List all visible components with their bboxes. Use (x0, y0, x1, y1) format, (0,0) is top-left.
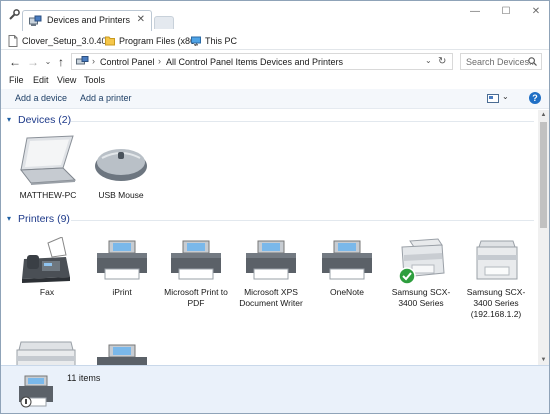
printer-name: iPrint (112, 287, 132, 297)
printer-item-default[interactable]: Samsung SCX-3400 Series (384, 237, 458, 309)
printer-icon (246, 240, 296, 280)
favorites-bar: Clover_Setup_3.0.406 Program Files (x86)… (1, 31, 549, 50)
tab-title: Devices and Printers (47, 15, 131, 25)
group-divider (71, 121, 534, 122)
mouse-icon (95, 149, 147, 181)
breadcrumb-separator: › (158, 56, 161, 66)
printer-item[interactable] (85, 343, 159, 365)
forward-button[interactable]: → (26, 55, 40, 69)
printer-name: Fax (39, 287, 55, 297)
device-name: USB Mouse (98, 190, 144, 200)
menu-edit[interactable]: Edit (33, 75, 49, 85)
address-row: ← → ⌄ ↑ › Control Panel › All Control Pa… (1, 51, 549, 73)
devices-printers-icon (29, 15, 42, 26)
minimize-button[interactable]: — (467, 6, 483, 18)
breadcrumb-separator: › (252, 56, 255, 66)
breadcrumb-separator: › (92, 56, 95, 66)
printer-item[interactable]: Microsoft Print to PDF (159, 237, 233, 309)
vertical-scrollbar[interactable]: ▲ ▼ (538, 110, 549, 365)
view-options-dropdown[interactable]: ⌄ (502, 92, 509, 101)
tab-devices-and-printers[interactable]: Devices and Printers ✕ (22, 10, 152, 31)
add-printer-button[interactable]: Add a printer (80, 93, 132, 103)
printer-name: Microsoft XPS Document Writer (239, 287, 303, 308)
group-divider (71, 220, 534, 221)
printer-item[interactable]: iPrint (85, 237, 159, 298)
breadcrumb-all-items[interactable]: All Control Panel Items (166, 57, 258, 67)
favorite-this-pc[interactable]: This PC (191, 34, 237, 47)
favorite-label: This PC (205, 35, 238, 46)
printer-icon (171, 240, 221, 280)
printer-name: Microsoft Print to PDF (164, 287, 228, 308)
add-device-button[interactable]: Add a device (15, 93, 67, 103)
control-panel-icon (76, 56, 89, 65)
folder-icon (105, 36, 115, 45)
recent-locations-dropdown[interactable]: ⌄ (41, 55, 55, 69)
printer-name: Samsung SCX-3400 Series (391, 287, 451, 308)
printer-item[interactable]: OneNote (310, 237, 384, 298)
printer-item[interactable]: Fax (10, 237, 84, 298)
favorite-label: Program Files (x86) (119, 35, 199, 46)
printer-selection-icon (19, 375, 53, 408)
laptop-icon (20, 135, 77, 185)
menu-file[interactable]: File (9, 75, 24, 85)
search-input[interactable]: Search Devices... (460, 53, 542, 70)
mfp-printer-icon (476, 240, 518, 280)
favorite-label: Clover_Setup_3.0.406 (22, 35, 112, 46)
up-button[interactable]: ↑ (54, 55, 68, 69)
menu-view[interactable]: View (57, 75, 76, 85)
search-placeholder: Search Devices... (466, 57, 537, 67)
collapse-chevron-icon[interactable]: ▾ (7, 115, 11, 124)
printer-icon (322, 240, 372, 280)
tab-close-icon[interactable]: ✕ (137, 14, 145, 26)
command-bar: Add a device Add a printer ⌄ ? (1, 89, 549, 109)
address-bar[interactable]: › Control Panel › All Control Panel Item… (71, 53, 453, 70)
maximize-button[interactable]: ☐ (498, 6, 514, 18)
wrench-icon[interactable] (7, 8, 21, 22)
printer-name: OneNote (329, 287, 365, 297)
printer-name: Samsung SCX-3400 Series (192.168.1.2) (466, 287, 526, 319)
address-dropdown-icon[interactable]: ⌄ (425, 56, 432, 65)
fax-icon (22, 237, 70, 283)
refresh-icon[interactable]: ↻ (438, 56, 446, 67)
explorer-window: Devices and Printers ✕ — ☐ ✕ Clover_Setu… (0, 0, 550, 414)
printer-item[interactable] (9, 340, 83, 365)
menu-bar: File Edit View Tools (1, 73, 549, 89)
device-item[interactable]: USB Mouse (84, 134, 158, 201)
close-button[interactable]: ✕ (528, 6, 544, 18)
device-item[interactable]: MATTHEW-PC (11, 134, 85, 201)
back-button[interactable]: ← (8, 55, 22, 69)
group-label: Printers (9) (18, 213, 70, 225)
document-icon (8, 34, 18, 47)
mfp-printer-icon (16, 341, 76, 365)
printer-icon (97, 240, 147, 280)
breadcrumb-control-panel[interactable]: Control Panel (100, 57, 155, 67)
scroll-up-icon[interactable]: ▲ (539, 112, 548, 118)
menu-tools[interactable]: Tools (84, 75, 105, 85)
collapse-chevron-icon[interactable]: ▾ (7, 214, 11, 223)
device-name: MATTHEW-PC (19, 190, 77, 200)
new-tab-button[interactable] (154, 16, 174, 29)
title-bar: Devices and Printers ✕ — ☐ ✕ (1, 1, 549, 31)
printer-item[interactable]: Samsung SCX-3400 Series (192.168.1.2) (459, 237, 533, 320)
printer-icon (97, 344, 147, 365)
favorite-clover-setup[interactable]: Clover_Setup_3.0.406 (8, 34, 112, 47)
content-pane: ▾ Devices (2) MATTHEW-PC USB Mouse ▾ Pri… (1, 110, 538, 365)
group-header-printers[interactable]: ▾ Printers (9) (1, 213, 538, 227)
favorite-program-files[interactable]: Program Files (x86) (105, 34, 198, 47)
default-check-icon (398, 267, 416, 285)
help-icon[interactable]: ? (529, 92, 541, 104)
computer-icon (191, 36, 201, 45)
scrollbar-thumb[interactable] (540, 122, 547, 228)
breadcrumb-devices-and-printers[interactable]: Devices and Printers (260, 57, 343, 67)
group-header-devices[interactable]: ▾ Devices (2) (1, 114, 538, 128)
mfp-printer-icon (398, 238, 445, 285)
view-options-icon[interactable] (487, 94, 499, 103)
printer-item[interactable]: Microsoft XPS Document Writer (234, 237, 308, 309)
details-pane: 11 items (1, 365, 549, 413)
search-icon (528, 57, 537, 66)
scroll-down-icon[interactable]: ▼ (539, 357, 548, 363)
group-label: Devices (2) (18, 114, 72, 126)
item-count: 11 items (67, 373, 101, 383)
